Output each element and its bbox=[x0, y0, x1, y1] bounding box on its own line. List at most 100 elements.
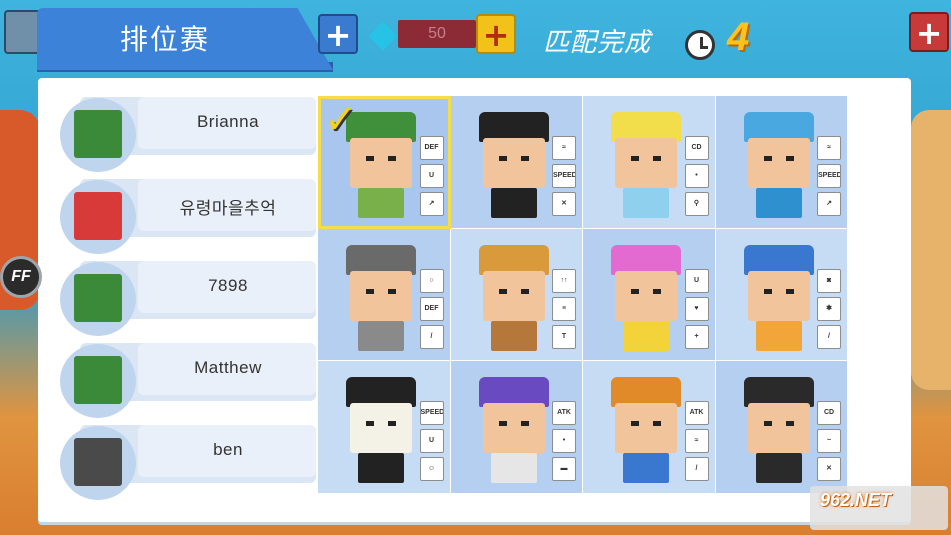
skill-list: SPEED U ☺ bbox=[419, 401, 444, 485]
skill-list: ↑↑ ≡ T bbox=[552, 268, 576, 353]
skill-icon: ○ bbox=[419, 268, 444, 293]
skill-list: DEF U ↗ bbox=[419, 136, 444, 220]
character-eye bbox=[631, 156, 639, 161]
skill-icon: ↗ bbox=[817, 192, 841, 216]
character-head bbox=[482, 138, 545, 188]
character-head bbox=[747, 270, 810, 321]
skill-icon: ♥ bbox=[684, 296, 709, 321]
skill-icon: ⚲ bbox=[684, 192, 709, 216]
character-body bbox=[755, 188, 802, 218]
skill-list: ATK ≈ / bbox=[684, 401, 709, 485]
skill-icon: U bbox=[419, 429, 444, 454]
skill-icon: • bbox=[552, 429, 576, 454]
character-eye bbox=[653, 156, 661, 161]
skill-icon: / bbox=[684, 457, 709, 482]
player-row: ben bbox=[58, 420, 316, 502]
skill-icon: ✱ bbox=[817, 296, 841, 321]
skill-icon: ↑↑ bbox=[552, 268, 576, 293]
character-grid: DEF U ↗ ✓ ≈ SPEED ✕ CD • ⚲ ≈ SPEED ↗ ○ DEF / ↑↑ ≡ T U ♥ + ◙ ✱ / S… bbox=[318, 96, 848, 494]
character-card-spartan[interactable]: ◙ ✱ / bbox=[715, 228, 848, 362]
character-eye bbox=[785, 156, 794, 161]
character-body bbox=[623, 188, 669, 218]
character-body bbox=[755, 320, 802, 351]
character-body bbox=[623, 453, 669, 484]
character-head bbox=[482, 403, 545, 454]
player-mini-avatar[interactable] bbox=[4, 10, 42, 54]
character-eye bbox=[366, 288, 374, 294]
checkmark-icon: ✓ bbox=[324, 97, 358, 143]
sheriff-character-icon bbox=[473, 244, 555, 355]
character-card-cool-guy[interactable]: CD • ⚲ bbox=[583, 96, 716, 229]
add-gems-button[interactable]: + bbox=[476, 14, 516, 54]
character-eye bbox=[520, 288, 529, 294]
character-card-blue-hood[interactable]: ≈ SPEED ↗ bbox=[715, 96, 848, 229]
player-name: ben bbox=[213, 440, 243, 459]
character-eye bbox=[763, 156, 772, 161]
pink-girl-character-icon bbox=[605, 244, 687, 355]
character-eye bbox=[785, 421, 794, 427]
ff-button[interactable]: FF bbox=[0, 256, 42, 298]
skill-icon: CD bbox=[684, 136, 709, 160]
character-eye bbox=[388, 288, 396, 294]
character-eye bbox=[498, 156, 507, 161]
player-name: 유령마을추억 bbox=[179, 199, 277, 218]
blue-hood-character-icon bbox=[738, 112, 820, 222]
skill-icon: • bbox=[684, 164, 709, 188]
player-row: Brianna bbox=[58, 92, 316, 174]
character-head bbox=[350, 270, 412, 321]
knight-character-icon bbox=[340, 244, 422, 355]
skill-icon: / bbox=[419, 324, 444, 349]
skill-icon: ATK bbox=[684, 401, 709, 426]
avatar-face bbox=[74, 356, 122, 404]
character-card-robin-hood[interactable]: DEF U ↗ ✓ bbox=[318, 96, 451, 229]
skill-icon: T bbox=[552, 324, 576, 349]
character-head bbox=[615, 138, 677, 188]
character-card-bat-hero[interactable]: CD ~ ✕ bbox=[715, 361, 848, 494]
skill-icon: + bbox=[684, 324, 709, 349]
add-blue-button[interactable]: + bbox=[318, 14, 358, 54]
character-head bbox=[615, 403, 677, 454]
player-name: Matthew bbox=[194, 358, 262, 377]
watermark-text: 962.NET bbox=[820, 490, 892, 510]
character-eye bbox=[785, 288, 794, 294]
top-bar: 排位赛 + ◆ 50 + 匹配完成 4 + bbox=[0, 0, 951, 78]
skill-icon: ◙ bbox=[817, 268, 841, 293]
skill-list: CD • ⚲ bbox=[684, 136, 709, 220]
character-body bbox=[490, 188, 537, 218]
character-card-wizard[interactable]: ATK • ▬ bbox=[450, 361, 583, 494]
character-card-pink-girl[interactable]: U ♥ + bbox=[583, 228, 716, 362]
visor-character-icon bbox=[605, 377, 687, 487]
add-red-button[interactable]: + bbox=[909, 12, 949, 52]
skill-icon: ATK bbox=[552, 401, 576, 426]
character-body bbox=[358, 453, 404, 484]
character-eye bbox=[653, 288, 661, 294]
character-card-sheriff[interactable]: ↑↑ ≡ T bbox=[450, 228, 583, 362]
skill-list: CD ~ ✕ bbox=[817, 401, 841, 485]
bat-hero-character-icon bbox=[738, 377, 820, 487]
player-name: Brianna bbox=[196, 112, 260, 131]
skill-list: ≈ SPEED ↗ bbox=[817, 136, 841, 220]
character-eye bbox=[763, 421, 772, 427]
skill-icon: SPEED bbox=[419, 401, 444, 426]
wizard-character-icon bbox=[473, 377, 555, 487]
character-card-visor[interactable]: ATK ≈ / bbox=[583, 361, 716, 494]
character-card-masked[interactable]: SPEED U ☺ bbox=[318, 361, 451, 494]
skill-icon: ↗ bbox=[419, 192, 444, 216]
character-head bbox=[350, 403, 412, 454]
skill-icon: ≡ bbox=[552, 296, 576, 321]
player-list: Brianna 유령마을추억 7898 Matthew ben bbox=[58, 92, 316, 502]
character-card-knight[interactable]: ○ DEF / bbox=[318, 228, 451, 362]
skill-list: U ♥ + bbox=[684, 268, 709, 353]
character-body bbox=[755, 453, 802, 484]
character-card-ninja[interactable]: ≈ SPEED ✕ bbox=[450, 96, 583, 229]
skill-icon: ▬ bbox=[552, 457, 576, 482]
character-head bbox=[747, 138, 810, 188]
robin-hood-avatar bbox=[60, 262, 136, 336]
skill-icon: DEF bbox=[419, 136, 444, 160]
character-eye bbox=[653, 421, 661, 427]
countdown-number: 4 bbox=[727, 15, 750, 59]
skill-list: ≈ SPEED ✕ bbox=[552, 136, 576, 220]
skill-icon: ≈ bbox=[817, 136, 841, 160]
skill-icon: U bbox=[419, 164, 444, 188]
character-eye bbox=[366, 156, 374, 161]
